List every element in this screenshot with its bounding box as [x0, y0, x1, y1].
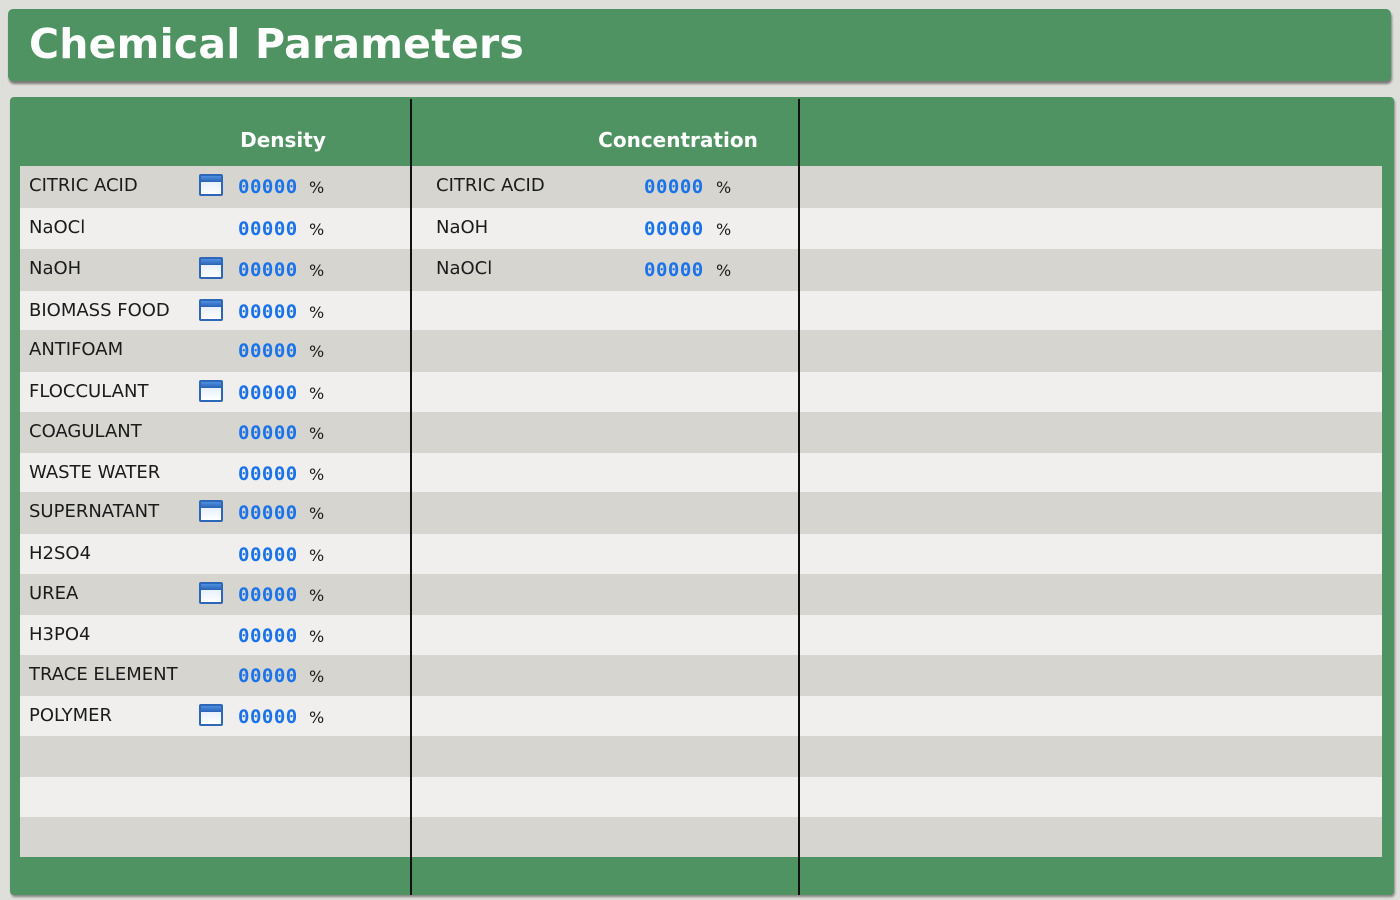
density-unit: %	[309, 545, 325, 565]
concentration-unit: %	[716, 219, 732, 239]
density-value[interactable]: 00000	[238, 422, 298, 444]
density-unit: %	[309, 585, 325, 605]
density-label: CITRIC ACID	[29, 174, 138, 196]
column-divider-2	[798, 99, 800, 895]
density-unit: %	[309, 464, 325, 484]
density-label: POLYMER	[29, 704, 113, 726]
concentration-unit: %	[716, 177, 732, 197]
window-icon[interactable]	[199, 256, 223, 279]
density-label: NaOH	[29, 257, 82, 279]
window-icon[interactable]	[199, 379, 223, 402]
title-bar: Chemical Parameters	[8, 9, 1391, 81]
density-value[interactable]: 00000	[238, 584, 298, 606]
column-divider-1	[410, 99, 412, 895]
concentration-label: NaOH	[436, 216, 489, 238]
density-label: H3PO4	[29, 623, 91, 645]
density-value[interactable]: 00000	[238, 665, 298, 687]
density-label: FLOCCULANT	[29, 380, 149, 402]
density-unit: %	[309, 503, 325, 523]
concentration-label: CITRIC ACID	[436, 174, 545, 196]
window-icon[interactable]	[199, 173, 223, 196]
table-row	[20, 655, 1382, 696]
table-row	[20, 817, 1382, 857]
table-row	[20, 574, 1382, 615]
window-icon[interactable]	[199, 499, 223, 522]
density-value[interactable]: 00000	[238, 259, 298, 281]
density-unit: %	[309, 219, 325, 239]
concentration-unit: %	[716, 260, 732, 280]
density-unit: %	[309, 341, 325, 361]
density-unit: %	[309, 260, 325, 280]
table-row	[20, 453, 1382, 492]
density-label: TRACE ELEMENT	[29, 663, 178, 685]
concentration-value[interactable]: 00000	[644, 218, 704, 240]
density-label: H2SO4	[29, 542, 92, 564]
table-row	[20, 492, 1382, 534]
concentration-label: NaOCl	[436, 257, 493, 279]
density-value[interactable]: 00000	[238, 301, 298, 323]
density-unit: %	[309, 177, 325, 197]
density-value[interactable]: 00000	[238, 463, 298, 485]
window-icon[interactable]	[199, 703, 223, 726]
concentration-value[interactable]: 00000	[644, 259, 704, 281]
density-value[interactable]: 00000	[238, 502, 298, 524]
table-row	[20, 291, 1382, 330]
concentration-value[interactable]: 00000	[644, 176, 704, 198]
table-row	[20, 372, 1382, 412]
density-label: COAGULANT	[29, 420, 142, 442]
table-row	[20, 534, 1382, 574]
density-value[interactable]: 00000	[238, 625, 298, 647]
density-column-header: Density	[240, 128, 326, 152]
window-icon[interactable]	[199, 581, 223, 604]
density-value[interactable]: 00000	[238, 544, 298, 566]
density-unit: %	[309, 423, 325, 443]
density-value[interactable]: 00000	[238, 176, 298, 198]
density-value[interactable]: 00000	[238, 340, 298, 362]
page-title: Chemical Parameters	[29, 20, 525, 68]
density-label: ANTIFOAM	[29, 338, 124, 360]
density-unit: %	[309, 383, 325, 403]
density-unit: %	[309, 302, 325, 322]
table-row	[20, 615, 1382, 655]
density-label: BIOMASS FOOD	[29, 299, 170, 321]
density-value[interactable]: 00000	[238, 382, 298, 404]
density-value[interactable]: 00000	[238, 706, 298, 728]
window-icon[interactable]	[199, 298, 223, 321]
density-unit: %	[309, 707, 325, 727]
density-label: SUPERNATANT	[29, 500, 160, 522]
table-row	[20, 412, 1382, 453]
table-row	[20, 696, 1382, 736]
concentration-column-header: Concentration	[598, 128, 758, 152]
table-row	[20, 736, 1382, 777]
table-row	[20, 777, 1382, 817]
density-label: NaOCl	[29, 216, 86, 238]
density-label: UREA	[29, 582, 79, 604]
density-label: WASTE WATER	[29, 461, 161, 483]
density-unit: %	[309, 666, 325, 686]
table-row	[20, 330, 1382, 372]
density-unit: %	[309, 626, 325, 646]
density-value[interactable]: 00000	[238, 218, 298, 240]
